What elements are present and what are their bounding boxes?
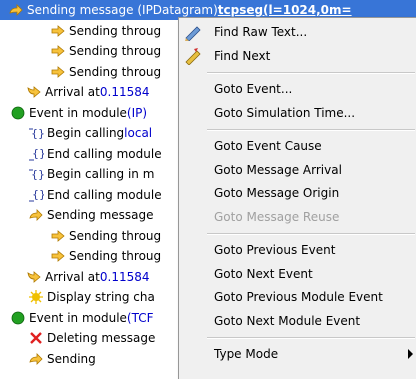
end-call-icon: {} [28,146,44,162]
svg-text:{}: {} [32,147,44,160]
svg-text:{}: {} [32,188,44,201]
tree-row[interactable]: Arrival at 0.11584 [0,82,150,102]
tree-row-text: Display string cha [47,290,155,304]
tree-row-text: (IP) [126,106,148,120]
pass-arrow-icon [50,23,66,39]
tree-row-text: local [124,126,153,140]
menu-item-label: Goto Next Event [214,266,313,281]
pass-arrow-icon [50,228,66,244]
tree-row[interactable]: {} Begin calling local [0,123,152,143]
tree-row-text: (TCF [126,311,154,325]
tree-row-text: Sending [47,352,96,366]
menu-item-label: Goto Event... [214,82,293,96]
menu-item-goto-simulation-time[interactable]: Goto Simulation Time... [179,102,416,124]
tree-row[interactable]: Sending throug [0,62,161,82]
tree-row-text: Sending throug [69,249,162,263]
pass-arrow-icon [50,248,66,264]
tree-row[interactable]: Sending throug [0,246,161,266]
tree-row-text: End calling module [47,147,162,161]
tree-row-text: Sending message ( [27,3,143,17]
menu-item-label: Goto Previous Event [214,243,336,257]
tree-row-text: Sending throug [69,44,162,58]
end-call-icon: {} [28,187,44,203]
menu-item-type-mode[interactable]: Type Mode [179,343,416,365]
send-arrow-icon [8,2,24,18]
tree-row-text: Arrival at [45,85,100,99]
tree-row-text: Sending message [47,208,154,222]
tree-row-text: Event in module [29,311,127,325]
menu-item-goto-previous-module-event[interactable]: Goto Previous Module Event [179,286,416,308]
menu-item-goto-previous-event[interactable]: Goto Previous Event [179,239,416,261]
tree-row-text: Sending throug [69,229,162,243]
tree-row[interactable]: Sending message [0,205,154,225]
tree-row-text: End calling module [47,188,162,202]
menu-separator [207,233,415,235]
pass-arrow-icon [50,43,66,59]
find-next-icon [183,47,203,66]
submenu-arrow-icon [408,349,413,359]
tree-row[interactable]: Display string cha [0,287,155,307]
arrival-arrow-icon [26,84,42,100]
tree-row[interactable]: {}End calling module [0,185,162,205]
menu-item-label: Find Next [214,48,271,63]
tree-row-text: Begin calling [47,126,125,140]
menu-item-label: Goto Event Cause [214,139,322,153]
delete-x-icon [28,330,44,346]
tree-row[interactable]: {} Begin calling in m [0,164,154,184]
menu-item-goto-message-arrival[interactable]: Goto Message Arrival [179,159,416,181]
tree-row[interactable]: Sending throug [0,21,161,41]
tree-row-text: Deleting message [47,331,156,345]
menu-separator [207,129,415,131]
tree-row[interactable]: Deleting message [0,328,155,348]
event-dot-icon [10,105,26,121]
menu-separator [207,337,415,339]
menu-item-goto-event[interactable]: Goto Event... [179,78,416,100]
menu-item-goto-message-reuse: Goto Message Reuse [179,206,416,228]
tree-row-text: Event in module [29,106,127,120]
tree-row[interactable]: Sending [0,349,96,369]
menu-item-goto-event-cause[interactable]: Goto Event Cause [179,135,416,157]
menu-item-find-next[interactable]: Find Next [179,45,416,67]
tree-row-text: Sending throug [69,65,162,79]
menu-item-goto-next-module-event[interactable]: Goto Next Module Event [179,310,416,332]
tree-row-text: Arrival at [45,270,100,284]
event-dot-icon [10,310,26,326]
begin-call-icon: {} [28,125,44,141]
tree-row-text: Begin calling in m [47,167,155,181]
tree-row-text: 0.11584 [99,270,150,284]
send-arrow-icon [28,351,44,367]
tree-row[interactable]: Sending throug [0,41,161,61]
display-string-icon [28,289,44,305]
tree-row[interactable]: Sending throug [0,226,161,246]
menu-item-label: Goto Next Module Event [214,313,361,328]
menu-item-label: Goto Message Arrival [214,162,342,177]
pass-arrow-icon [50,64,66,80]
tree-row[interactable]: Arrival at 0.11584 [0,267,150,287]
tree-row[interactable]: {}End calling module [0,144,162,164]
menu-item-label: Find Raw Text... [214,25,308,39]
send-arrow-icon [28,207,44,223]
find-text-icon [183,23,203,42]
menu-item-label: Goto Previous Module Event [214,290,383,304]
context-menu: Find Raw Text... Find Next Goto Event... Go… [178,17,416,379]
arrival-arrow-icon [26,269,42,285]
menu-item-label: Goto Message Reuse [214,209,340,224]
menu-item-goto-next-event[interactable]: Goto Next Event [179,263,416,285]
menu-item-find-raw-text[interactable]: Find Raw Text... [179,21,416,43]
menu-item-label: Goto Simulation Time... [214,105,356,120]
tree-row[interactable]: Event in module (TCF [0,308,154,328]
tree-row-text: 0.11584 [99,85,150,99]
begin-call-icon: {} [28,166,44,182]
menu-item-goto-message-origin[interactable]: Goto Message Origin [179,182,416,204]
tree-row[interactable]: Event in module (IP) [0,103,147,123]
menu-item-label: Goto Message Origin [214,186,340,200]
tree-row-text: Sending throug [69,24,162,38]
menu-separator [207,72,415,74]
menu-item-label: Type Mode [214,347,279,361]
